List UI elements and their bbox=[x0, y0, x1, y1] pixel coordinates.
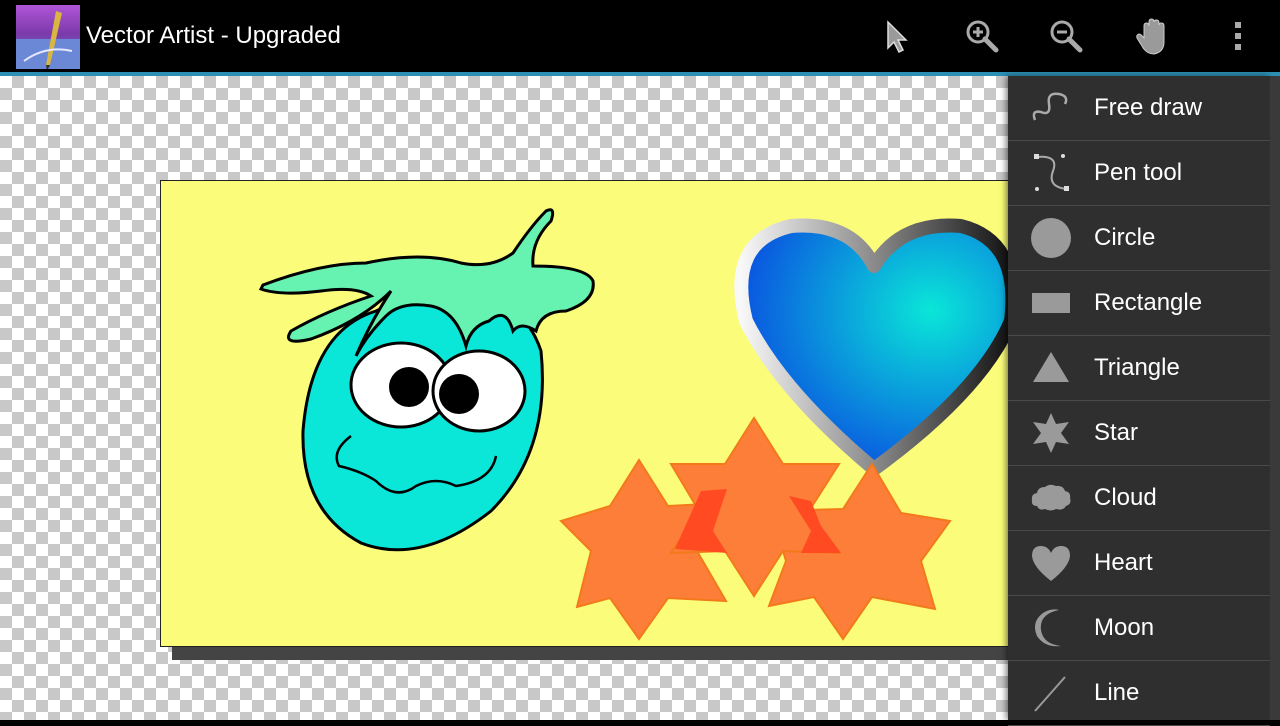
heart-shape[interactable] bbox=[734, 218, 1010, 476]
menu-item-star[interactable]: Star bbox=[1008, 401, 1270, 466]
zoom-in-button[interactable] bbox=[940, 0, 1024, 72]
menu-item-label: Free draw bbox=[1094, 94, 1203, 121]
artwork bbox=[258, 208, 1010, 641]
arrow-pointer-icon bbox=[887, 20, 908, 54]
cloud-icon bbox=[1008, 466, 1094, 530]
circle-icon bbox=[1008, 206, 1094, 270]
menu-item-label: Circle bbox=[1094, 224, 1156, 251]
menu-item-label: Moon bbox=[1094, 614, 1155, 641]
app-logo-icon[interactable] bbox=[16, 5, 80, 69]
hand-icon bbox=[1136, 18, 1165, 55]
moon-icon bbox=[1008, 596, 1094, 660]
menu-item-label: Heart bbox=[1094, 549, 1153, 576]
menu-item-label: Pen tool bbox=[1094, 159, 1183, 186]
zoom-out-button[interactable] bbox=[1024, 0, 1108, 72]
triangle-icon bbox=[1008, 336, 1094, 400]
menu-item-label: Line bbox=[1094, 679, 1140, 706]
select-tool-button[interactable] bbox=[854, 0, 938, 72]
pen-tool-icon bbox=[1008, 141, 1094, 205]
pan-tool-button[interactable] bbox=[1112, 0, 1196, 72]
menu-item-rectangle[interactable]: Rectangle bbox=[1008, 271, 1270, 336]
menu-item-free-draw[interactable]: Free draw bbox=[1008, 76, 1270, 141]
heart-icon bbox=[1008, 531, 1094, 595]
free-draw-icon bbox=[1008, 76, 1094, 140]
menu-item-line[interactable]: Line bbox=[1008, 661, 1270, 726]
action-bar: Vector Artist - Upgraded bbox=[0, 0, 1280, 76]
menu-item-heart[interactable]: Heart bbox=[1008, 531, 1270, 596]
zoom-out-icon bbox=[1050, 20, 1083, 53]
menu-item-label: Triangle bbox=[1094, 354, 1180, 381]
drawing-canvas[interactable] bbox=[160, 180, 1010, 647]
monster-left-pupil-shape bbox=[389, 367, 429, 407]
star-icon bbox=[1008, 401, 1094, 465]
monster-right-pupil-shape bbox=[439, 374, 479, 414]
overflow-menu-button[interactable] bbox=[1196, 0, 1280, 72]
menu-scrollbar[interactable] bbox=[1270, 76, 1280, 720]
menu-item-label: Star bbox=[1094, 419, 1139, 446]
menu-item-moon[interactable]: Moon bbox=[1008, 596, 1270, 661]
app-title: Vector Artist - Upgraded bbox=[86, 22, 341, 49]
shape-menu: Free draw Pen tool Circle Rectangle Tria… bbox=[1008, 76, 1270, 726]
more-vert-icon bbox=[1235, 22, 1241, 50]
menu-item-label: Cloud bbox=[1094, 484, 1157, 511]
rectangle-icon bbox=[1008, 271, 1094, 335]
zoom-in-icon bbox=[966, 20, 999, 53]
menu-item-pen-tool[interactable]: Pen tool bbox=[1008, 141, 1270, 206]
menu-item-triangle[interactable]: Triangle bbox=[1008, 336, 1270, 401]
line-icon bbox=[1008, 661, 1094, 725]
menu-item-label: Rectangle bbox=[1094, 289, 1203, 316]
menu-item-circle[interactable]: Circle bbox=[1008, 206, 1270, 271]
menu-item-cloud[interactable]: Cloud bbox=[1008, 466, 1270, 531]
